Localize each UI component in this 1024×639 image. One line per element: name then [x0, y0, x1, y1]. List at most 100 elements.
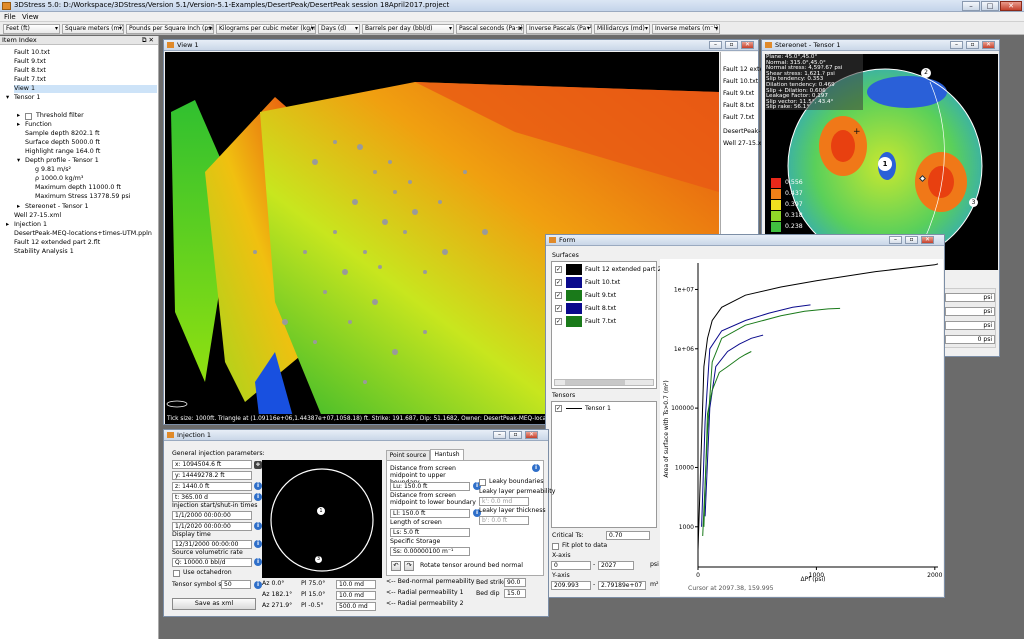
tree-item[interactable]: Function	[25, 121, 52, 129]
tree-expand-icon[interactable]: ▸	[6, 221, 9, 229]
ll-input[interactable]: Ll: 150.0 ft	[390, 509, 470, 518]
time-unit-select[interactable]: Days (d)	[318, 24, 360, 34]
lu-input[interactable]: Lu: 150.0 ft	[390, 482, 470, 491]
tree-item[interactable]: ρ 1000.0 kg/m³	[35, 175, 83, 183]
tree-expand-icon[interactable]: ▸	[17, 203, 20, 211]
tree-item-selected[interactable]: View 1	[14, 85, 157, 93]
minimize-button[interactable]: –	[709, 41, 722, 49]
y-max-input[interactable]: 2.79189e+07	[598, 581, 646, 590]
stereonet-field[interactable]: psi	[945, 321, 995, 330]
list-item[interactable]: Fault 9.txt	[723, 90, 754, 98]
close-button[interactable]: ✕	[741, 41, 754, 49]
restore-button[interactable]: ▫	[725, 41, 738, 49]
tree-expand-icon[interactable]: ▸	[17, 121, 20, 129]
plot-area[interactable]: Area of surface with Ts>0.7 (m²) ΔPf (ps…	[660, 259, 943, 596]
leaky-thickness-input[interactable]: b': 0.0 ft	[479, 516, 529, 525]
leaky-perm-input[interactable]: k': 0.0 md	[479, 497, 529, 506]
pressure-unit-select[interactable]: Pounds per Square Inch (psi)	[126, 24, 214, 34]
info-icon[interactable]: i	[254, 558, 262, 566]
shutin-time-input[interactable]: 1/1/2020 00:00:00	[172, 522, 252, 531]
display-time-input[interactable]: 12/31/2000 00:00:00	[172, 540, 252, 549]
ss-input[interactable]: Ss: 0.00000100 m⁻¹	[390, 547, 470, 556]
surface-checkbox[interactable]: ✓	[555, 279, 562, 286]
critical-ts-input[interactable]: 0.70	[606, 531, 650, 540]
tree-item[interactable]: Well 27-15.xml	[14, 212, 61, 220]
close-button[interactable]: ✕	[525, 431, 538, 439]
close-button[interactable]: ✕	[982, 41, 995, 49]
tree-item[interactable]: Stereonet - Tensor 1	[25, 203, 89, 211]
z-input[interactable]: z: 1440.0 ft	[172, 482, 252, 491]
surface-checkbox[interactable]: ✓	[555, 266, 562, 273]
viscosity-unit-select[interactable]: Pascal seconds (Pa·s)	[456, 24, 524, 34]
close-button[interactable]: ✕	[1000, 1, 1022, 11]
permeability-3-input[interactable]: 500.0 md	[336, 602, 376, 611]
tree-item[interactable]: Depth profile - Tensor 1	[25, 157, 99, 165]
tree-item[interactable]: Surface depth 5000.0 ft	[25, 139, 100, 147]
octahedron-checkbox[interactable]	[173, 570, 180, 577]
x-max-input[interactable]: 2027	[598, 561, 634, 570]
tree-expand-icon[interactable]: ▸	[17, 112, 20, 120]
tree-item[interactable]: g 9.81 m/s²	[35, 166, 71, 174]
minimize-button[interactable]: –	[950, 41, 963, 49]
rotate-cw-button[interactable]: ↷	[404, 561, 414, 571]
list-item[interactable]: Fault 7.txt	[723, 114, 754, 122]
tree-item[interactable]: Maximum Stress 13778.59 psi	[35, 193, 130, 201]
menu-file[interactable]: File	[4, 13, 16, 21]
rate-input[interactable]: Q: 10000.0 bbl/d	[172, 558, 252, 567]
tree-item[interactable]: Sample depth 8202.1 ft	[25, 130, 100, 138]
inverse-length-unit-select[interactable]: Inverse meters (m⁻¹)	[652, 24, 720, 34]
stereonet-field[interactable]: psi	[945, 307, 995, 316]
pick-location-icon[interactable]: ✥	[254, 461, 262, 469]
tab-point-source[interactable]: Point source	[386, 450, 430, 460]
permeability-1-input[interactable]: 10.0 md	[336, 580, 376, 589]
tree-item[interactable]: Tensor 1	[14, 94, 40, 102]
list-item[interactable]: Fault 10.txt	[723, 78, 758, 86]
info-icon[interactable]: i	[254, 581, 262, 589]
length-unit-select[interactable]: Feet (ft)	[3, 24, 60, 34]
restore-button[interactable]: ▫	[509, 431, 522, 439]
surface-checkbox[interactable]: ✓	[555, 318, 562, 325]
compressibility-unit-select[interactable]: Inverse Pascals (Pa⁻¹)	[526, 24, 592, 34]
tree-item[interactable]: Threshold filter	[36, 112, 84, 120]
tree-item[interactable]: Stability Analysis 1	[14, 248, 74, 256]
minimize-button[interactable]: –	[962, 1, 980, 11]
restore-button[interactable]: ▫	[905, 236, 918, 244]
tree-item[interactable]: Fault 10.txt	[14, 49, 50, 57]
info-icon[interactable]: i	[532, 464, 540, 472]
permeability-2-input[interactable]: 10.0 md	[336, 591, 376, 600]
stereonet-field[interactable]: psi	[945, 293, 995, 302]
info-icon[interactable]: i	[254, 493, 262, 501]
info-icon[interactable]: i	[254, 482, 262, 490]
permeability-unit-select[interactable]: Millidarcys (md)	[594, 24, 650, 34]
threshold-checkbox[interactable]	[25, 113, 32, 120]
x-input[interactable]: x: 1094504.6 ft	[172, 460, 252, 469]
tree-item[interactable]: DesertPeak-MEQ-locations+times-UTM.ppln	[14, 230, 152, 238]
y-min-input[interactable]: 209.993	[551, 581, 591, 590]
x-min-input[interactable]: 0	[551, 561, 591, 570]
ls-input[interactable]: Ls: 5.0 ft	[390, 528, 470, 537]
list-item[interactable]: Fault 8.txt	[723, 102, 754, 110]
leaky-boundaries-checkbox[interactable]	[479, 479, 486, 486]
bed-strike-input[interactable]: 90.0	[504, 578, 526, 587]
tree-item[interactable]: Highlight range 164.0 ft	[25, 148, 100, 156]
area-unit-select[interactable]: Square meters (m²)	[62, 24, 124, 34]
t-input[interactable]: t: 365.00 d	[172, 493, 252, 502]
horizontal-scrollbar[interactable]	[554, 379, 654, 386]
tree-item[interactable]: Fault 8.txt	[14, 67, 46, 75]
info-icon[interactable]: i	[254, 522, 262, 530]
surface-checkbox[interactable]: ✓	[555, 292, 562, 299]
menu-view[interactable]: View	[22, 13, 39, 21]
tab-hantush[interactable]: Hantush	[430, 449, 464, 460]
tree-expand-icon[interactable]: ▾	[17, 157, 20, 165]
stereonet-field[interactable]: 0 psi	[945, 335, 995, 344]
save-xml-button[interactable]: Save as xml	[172, 598, 256, 610]
tree-item[interactable]: Fault 7.txt	[14, 76, 46, 84]
info-icon[interactable]: i	[254, 540, 262, 548]
density-unit-select[interactable]: Kilograms per cubic meter (kg/m³)	[216, 24, 316, 34]
tree-item[interactable]: Fault 12 extended part 2.flt	[14, 239, 100, 247]
surface-checkbox[interactable]: ✓	[555, 305, 562, 312]
symbol-size-input[interactable]: 50	[221, 580, 251, 589]
start-time-input[interactable]: 1/1/2000 00:00:00	[172, 511, 252, 520]
tree-item[interactable]: Injection 1	[14, 221, 47, 229]
rate-unit-select[interactable]: Barrels per day (bbl/d)	[362, 24, 454, 34]
